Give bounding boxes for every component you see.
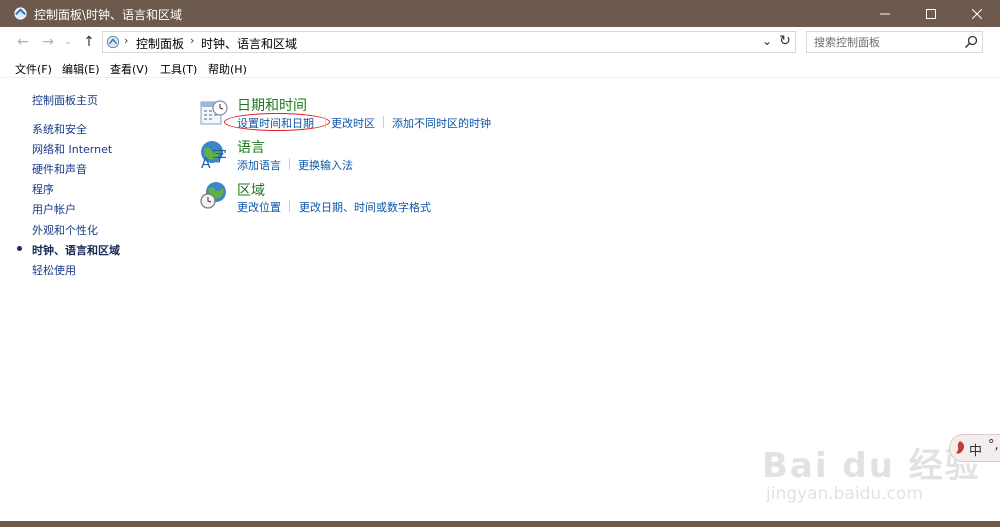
sidebar-item-network-internet[interactable]: 网络和 Internet — [32, 141, 112, 157]
maximize-icon — [926, 8, 936, 19]
window-title: 控制面板\时钟、语言和区域 — [34, 8, 183, 22]
address-dropdown-button[interactable]: ⌄ — [759, 34, 775, 48]
region-globe-icon[interactable] — [199, 180, 229, 210]
forward-arrow-icon: → — [42, 34, 54, 50]
search-icon[interactable] — [964, 35, 978, 49]
recent-locations-button[interactable]: ⌄ — [62, 33, 74, 51]
category-language-title[interactable]: 语言 — [237, 137, 265, 157]
sidebar-item-hardware-sound[interactable]: 硬件和声音 — [32, 161, 87, 177]
refresh-icon[interactable]: ↻ — [777, 33, 793, 49]
menu-file[interactable]: 文件(F) — [15, 61, 52, 77]
link-change-location[interactable]: 更改位置 — [237, 199, 281, 215]
baidu-watermark: Bai du 经验 — [762, 446, 981, 486]
sidebar-item-user-accounts[interactable]: 用户帐户 — [32, 201, 76, 217]
minimize-button[interactable] — [862, 0, 908, 27]
language-icon[interactable]: A 字 — [199, 139, 229, 169]
link-change-date-time-number-format[interactable]: 更改日期、时间或数字格式 — [299, 199, 431, 215]
menu-help[interactable]: 帮助(H) — [208, 61, 247, 77]
title-bar: 控制面板\时钟、语言和区域 — [0, 0, 1000, 27]
ime-logo-icon — [956, 441, 964, 454]
control-panel-location-icon — [106, 35, 120, 49]
forward-button[interactable]: → — [39, 33, 57, 51]
svg-text:A: A — [201, 156, 211, 169]
chevron-down-icon: ⌄ — [64, 37, 72, 47]
chevron-right-icon: › — [190, 34, 195, 47]
category-date-time-title[interactable]: 日期和时间 — [237, 95, 307, 115]
menu-tools[interactable]: 工具(T) — [160, 61, 197, 77]
link-separator — [289, 200, 290, 212]
category-region-title[interactable]: 区域 — [237, 180, 265, 200]
close-icon — [972, 8, 982, 19]
sidebar-item-clock-language-region[interactable]: 时钟、语言和区域 — [32, 242, 120, 258]
search-input[interactable] — [807, 32, 957, 52]
desktop-strip — [0, 521, 1000, 527]
link-add-clocks[interactable]: 添加不同时区的时钟 — [392, 115, 491, 131]
link-separator — [289, 158, 290, 170]
sidebar-item-home[interactable]: 控制面板主页 — [32, 92, 98, 108]
search-box[interactable] — [806, 31, 983, 53]
link-separator — [383, 116, 384, 128]
link-change-timezone[interactable]: 更改时区 — [331, 115, 375, 131]
baidu-watermark-url: jingyan.baidu.com — [766, 484, 923, 504]
menu-view[interactable]: 查看(V) — [110, 61, 148, 77]
control-panel-window: 控制面板\时钟、语言和区域 ← → ⌄ ↑ › 控制面板 › 时钟、语言和区域 … — [0, 0, 1000, 521]
breadcrumb-control-panel[interactable]: 控制面板 — [136, 35, 184, 52]
minimize-icon — [880, 13, 890, 14]
menu-edit[interactable]: 编辑(E) — [62, 61, 100, 77]
back-button[interactable]: ← — [14, 33, 32, 51]
sidebar-item-system-security[interactable]: 系统和安全 — [32, 121, 87, 137]
address-bar[interactable]: › 控制面板 › 时钟、语言和区域 ⌄ ↻ — [102, 31, 796, 53]
ime-mode: 中 — [969, 444, 983, 459]
active-bullet — [17, 246, 22, 251]
up-button[interactable]: ↑ — [80, 33, 98, 51]
link-separator — [325, 116, 326, 128]
link-add-language[interactable]: 添加语言 — [237, 157, 281, 173]
up-arrow-icon: ↑ — [83, 34, 95, 50]
sidebar-item-ease-of-access[interactable]: 轻松使用 — [32, 262, 76, 278]
link-change-input-method[interactable]: 更换输入法 — [298, 157, 353, 173]
close-button[interactable] — [954, 0, 1000, 27]
control-panel-icon — [14, 7, 27, 20]
sidebar-item-appearance[interactable]: 外观和个性化 — [32, 222, 98, 238]
highlight-annotation — [224, 113, 330, 131]
ime-indicator[interactable]: 中 °, — [949, 434, 1000, 462]
maximize-button[interactable] — [908, 0, 954, 27]
back-arrow-icon: ← — [17, 34, 29, 50]
breadcrumb-clock-language-region[interactable]: 时钟、语言和区域 — [201, 35, 297, 52]
menu-bar: 文件(F) 编辑(E) 查看(V) 工具(T) 帮助(H) — [0, 58, 1000, 78]
svg-text:字: 字 — [212, 147, 227, 165]
sidebar-item-programs[interactable]: 程序 — [32, 181, 54, 197]
chevron-right-icon: › — [124, 34, 129, 47]
address-row: ← → ⌄ ↑ › 控制面板 › 时钟、语言和区域 ⌄ ↻ — [0, 27, 1000, 58]
ime-punctuation: °, — [988, 438, 999, 453]
